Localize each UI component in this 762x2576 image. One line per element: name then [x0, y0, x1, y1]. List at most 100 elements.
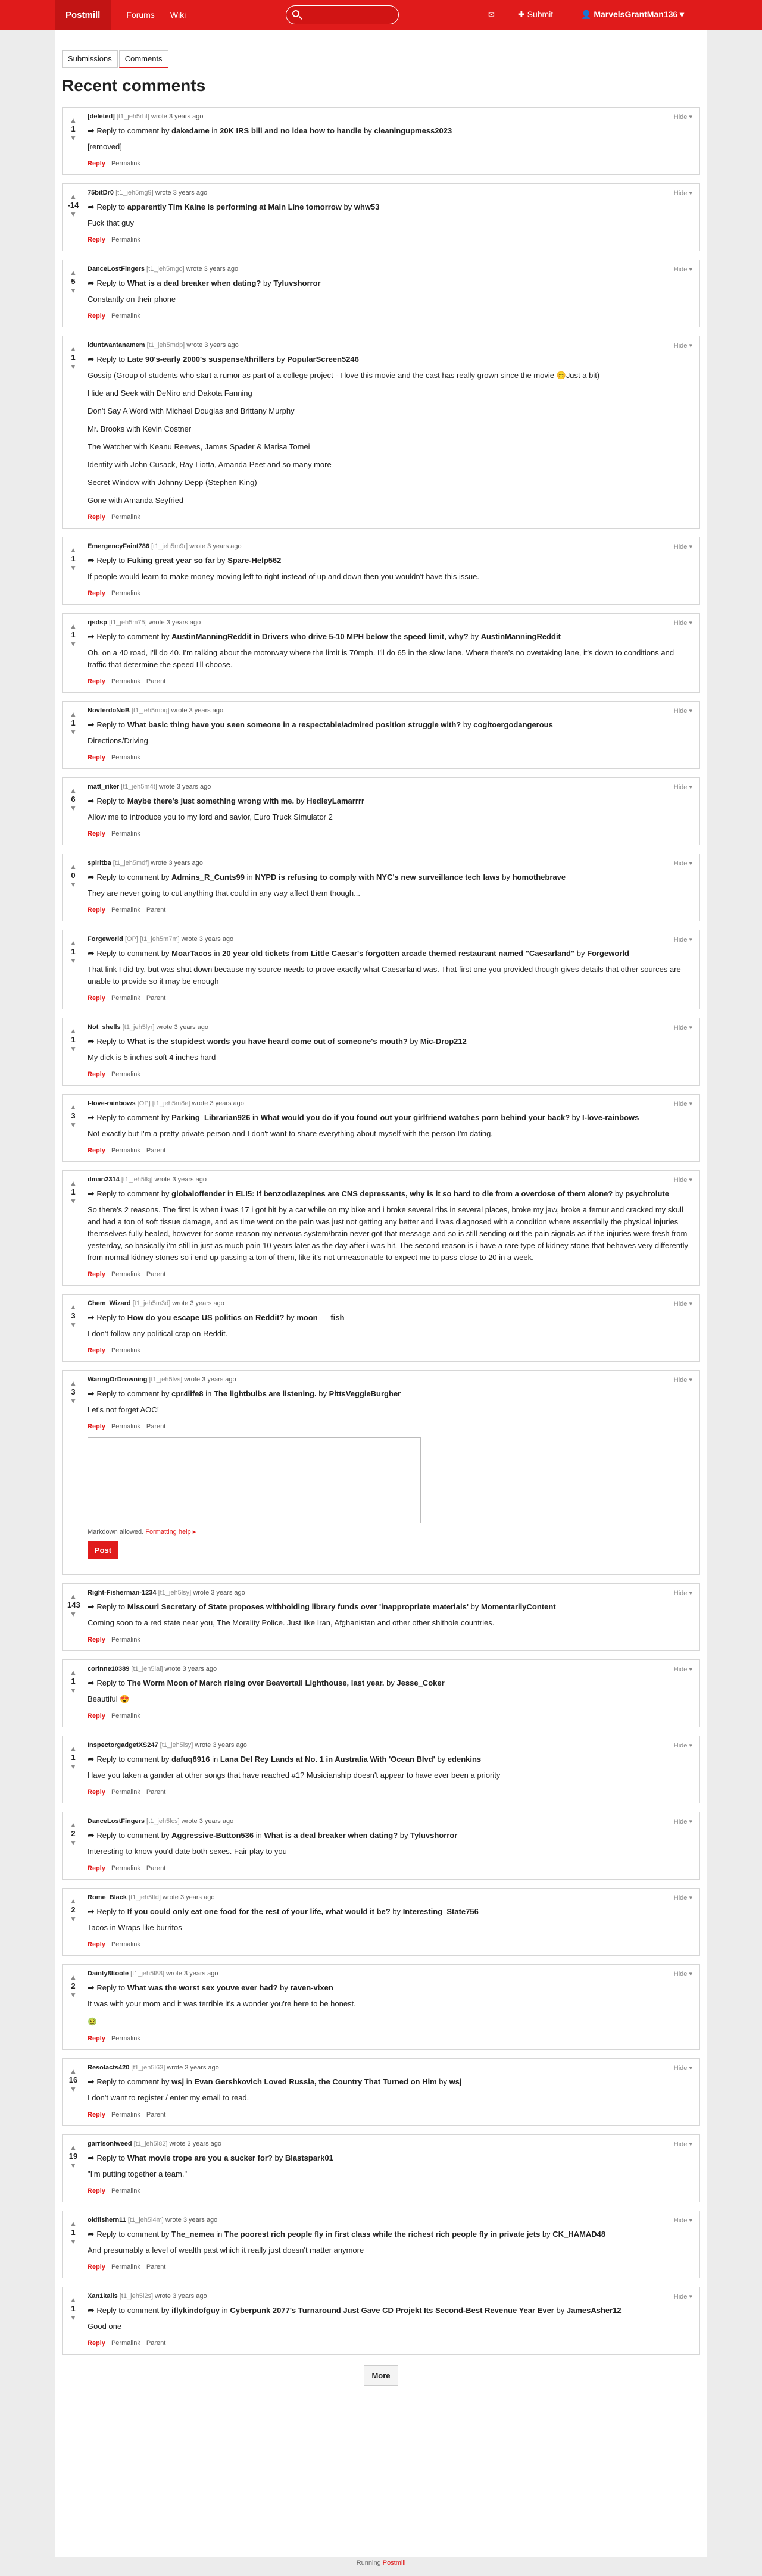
- comment-author[interactable]: 75bitDr0: [88, 189, 114, 196]
- comment-author[interactable]: DanceLostFingers: [88, 1818, 145, 1825]
- context-post-title[interactable]: The lightbulbs are listening.: [214, 1389, 317, 1398]
- hide-button[interactable]: Hide ▾: [674, 113, 692, 121]
- context-post-author[interactable]: moon___fish: [296, 1313, 344, 1322]
- context-post-author[interactable]: raven-vixen: [291, 1983, 333, 1992]
- comment-author[interactable]: Forgeworld: [88, 936, 123, 943]
- upvote-arrow-icon[interactable]: ▲: [67, 2296, 79, 2304]
- hide-button[interactable]: Hide ▾: [674, 1024, 692, 1031]
- context-post-title[interactable]: What is the stupidest words you have hea…: [127, 1037, 408, 1046]
- upvote-arrow-icon[interactable]: ▲: [67, 1179, 79, 1187]
- post-button[interactable]: Post: [88, 1541, 118, 1559]
- comment-author[interactable]: oldfishern11: [88, 2217, 126, 2224]
- downvote-arrow-icon[interactable]: ▼: [67, 1915, 79, 1923]
- upvote-arrow-icon[interactable]: ▲: [67, 1745, 79, 1753]
- comment-author[interactable]: Right-Fisherman-1234: [88, 1589, 157, 1596]
- context-post-title[interactable]: Missouri Secretary of State proposes wit…: [127, 1602, 469, 1611]
- upvote-arrow-icon[interactable]: ▲: [67, 1897, 79, 1905]
- downvote-arrow-icon[interactable]: ▼: [67, 2161, 79, 2169]
- reply-button[interactable]: Reply: [88, 1636, 105, 1643]
- reply-button[interactable]: Reply: [88, 1271, 105, 1278]
- reply-button[interactable]: Reply: [88, 906, 105, 914]
- envelope-icon[interactable]: ✉: [488, 10, 495, 20]
- hide-button[interactable]: Hide ▾: [674, 543, 692, 551]
- context-post-title[interactable]: What is a deal breaker when dating?: [264, 1831, 398, 1840]
- downvote-arrow-icon[interactable]: ▼: [67, 286, 79, 295]
- brand-link[interactable]: Postmill: [55, 0, 111, 30]
- comment-author[interactable]: I-love-rainbows: [88, 1100, 136, 1107]
- parent-link[interactable]: Parent: [146, 2340, 165, 2347]
- upvote-arrow-icon[interactable]: ▲: [67, 1303, 79, 1311]
- context-post-author[interactable]: PopularScreen5246: [287, 355, 359, 364]
- reply-button[interactable]: Reply: [88, 160, 105, 167]
- comment-author[interactable]: garrisonlweed: [88, 2140, 132, 2147]
- context-comment-author[interactable]: cpr4life8: [171, 1389, 203, 1398]
- reply-button[interactable]: Reply: [88, 830, 105, 837]
- hide-button[interactable]: Hide ▾: [674, 2217, 692, 2224]
- comment-author[interactable]: iduntwantanamem: [88, 342, 145, 349]
- upvote-arrow-icon[interactable]: ▲: [67, 192, 79, 201]
- parent-link[interactable]: Parent: [146, 1423, 165, 1430]
- upvote-arrow-icon[interactable]: ▲: [67, 2219, 79, 2228]
- hide-button[interactable]: Hide ▾: [674, 936, 692, 943]
- reply-button[interactable]: Reply: [88, 1147, 105, 1154]
- downvote-arrow-icon[interactable]: ▼: [67, 1321, 79, 1329]
- context-post-title[interactable]: Cyberpunk 2077's Turnaround Just Gave CD…: [230, 2306, 554, 2315]
- downvote-arrow-icon[interactable]: ▼: [67, 1991, 79, 1999]
- context-post-title[interactable]: What movie trope are you a sucker for?: [127, 2153, 273, 2162]
- comment-author[interactable]: matt_riker: [88, 783, 119, 790]
- upvote-arrow-icon[interactable]: ▲: [67, 546, 79, 554]
- upvote-arrow-icon[interactable]: ▲: [67, 1103, 79, 1111]
- context-comment-author[interactable]: MoarTacos: [171, 949, 212, 958]
- reply-button[interactable]: Reply: [88, 1789, 105, 1796]
- reply-button[interactable]: Reply: [88, 2111, 105, 2118]
- context-comment-author[interactable]: globaloffender: [171, 1189, 225, 1198]
- hide-button[interactable]: Hide ▾: [674, 1894, 692, 1902]
- permalink-link[interactable]: Permalink: [111, 2111, 140, 2118]
- reply-button[interactable]: Reply: [88, 754, 105, 761]
- context-post-title[interactable]: Lana Del Rey Lands at No. 1 in Australia…: [220, 1755, 435, 1764]
- permalink-link[interactable]: Permalink: [111, 2187, 140, 2194]
- parent-link[interactable]: Parent: [146, 1865, 165, 1872]
- upvote-arrow-icon[interactable]: ▲: [67, 1821, 79, 1829]
- context-post-author[interactable]: Jesse_Coker: [396, 1678, 444, 1687]
- context-post-title[interactable]: What basic thing have you seen someone i…: [127, 720, 461, 729]
- reply-button[interactable]: Reply: [88, 1423, 105, 1430]
- more-button[interactable]: More: [364, 2365, 398, 2386]
- context-post-author[interactable]: I-love-rainbows: [582, 1113, 639, 1122]
- reply-button[interactable]: Reply: [88, 1347, 105, 1354]
- context-post-title[interactable]: ELI5: If benzodiazepines are CNS depress…: [236, 1189, 613, 1198]
- context-post-title[interactable]: Fuking great year so far: [127, 556, 215, 565]
- hide-button[interactable]: Hide ▾: [674, 1970, 692, 1978]
- reply-textarea[interactable]: [88, 1437, 421, 1523]
- downvote-arrow-icon[interactable]: ▼: [67, 2314, 79, 2322]
- formatting-help-link[interactable]: Formatting help ▸: [145, 1528, 196, 1536]
- downvote-arrow-icon[interactable]: ▼: [67, 362, 79, 371]
- downvote-arrow-icon[interactable]: ▼: [67, 1121, 79, 1129]
- context-post-author[interactable]: homothebrave: [513, 873, 566, 881]
- permalink-link[interactable]: Permalink: [111, 1271, 140, 1278]
- permalink-link[interactable]: Permalink: [111, 1423, 140, 1430]
- permalink-link[interactable]: Permalink: [111, 236, 140, 243]
- downvote-arrow-icon[interactable]: ▼: [67, 880, 79, 889]
- context-post-author[interactable]: CK_HAMAD48: [552, 2230, 605, 2239]
- comment-author[interactable]: NovferdoNoB: [88, 707, 130, 714]
- context-post-author[interactable]: edenkins: [448, 1755, 481, 1764]
- upvote-arrow-icon[interactable]: ▲: [67, 116, 79, 124]
- permalink-link[interactable]: Permalink: [111, 1941, 140, 1948]
- permalink-link[interactable]: Permalink: [111, 995, 140, 1002]
- context-post-author[interactable]: JamesAsher12: [567, 2306, 622, 2315]
- comment-author[interactable]: Xan1kalis: [88, 2293, 118, 2300]
- permalink-link[interactable]: Permalink: [111, 754, 140, 761]
- permalink-link[interactable]: Permalink: [111, 2340, 140, 2347]
- context-post-author[interactable]: cleaningupmess2023: [374, 126, 452, 135]
- hide-button[interactable]: Hide ▾: [674, 1742, 692, 1749]
- hide-button[interactable]: Hide ▾: [674, 859, 692, 867]
- comment-author[interactable]: DanceLostFingers: [88, 265, 145, 273]
- context-post-title[interactable]: What was the worst sex youve ever had?: [127, 1983, 278, 1992]
- context-post-title[interactable]: Maybe there's just something wrong with …: [127, 796, 294, 805]
- upvote-arrow-icon[interactable]: ▲: [67, 622, 79, 630]
- downvote-arrow-icon[interactable]: ▼: [67, 1839, 79, 1847]
- hide-button[interactable]: Hide ▾: [674, 2064, 692, 2072]
- hide-button[interactable]: Hide ▾: [674, 1665, 692, 1673]
- reply-button[interactable]: Reply: [88, 2187, 105, 2194]
